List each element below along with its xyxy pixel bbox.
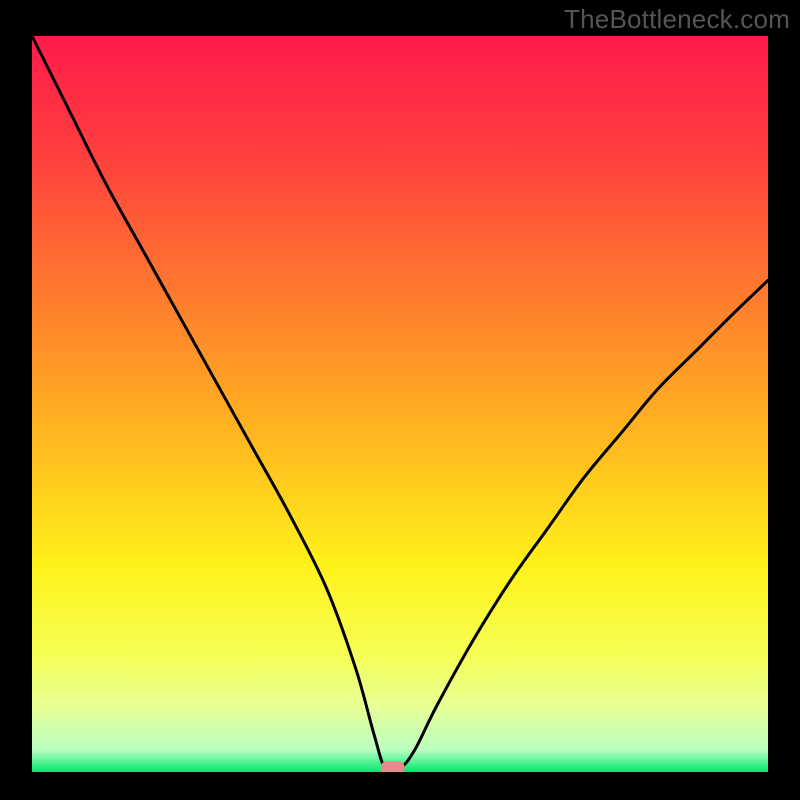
- plot-area: [32, 36, 768, 772]
- chart-frame: TheBottleneck.com: [0, 0, 800, 800]
- watermark-text: TheBottleneck.com: [564, 4, 790, 35]
- plot-background: [32, 36, 768, 772]
- min-marker: [381, 761, 405, 772]
- chart-svg: [32, 36, 768, 772]
